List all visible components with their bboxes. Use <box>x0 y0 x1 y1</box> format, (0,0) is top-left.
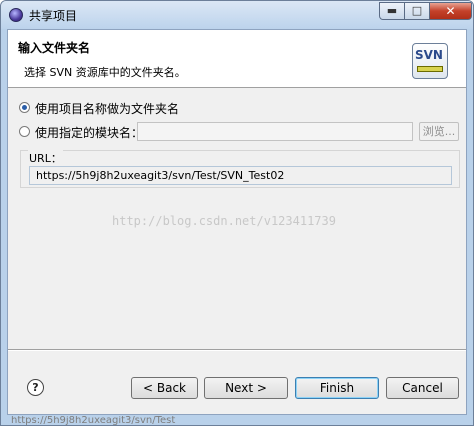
close-button[interactable]: ✕ <box>429 2 472 20</box>
back-button[interactable]: < Back <box>131 377 198 399</box>
module-name-input[interactable] <box>137 122 413 141</box>
svn-rail-graphic <box>417 66 443 72</box>
svn-logo-icon: SVN <box>412 43 448 79</box>
minimize-button[interactable]: ▬ <box>379 2 405 20</box>
button-bar-separator <box>8 349 466 351</box>
url-field[interactable]: https://5h9j8h2uxeagit3/svn/Test/SVN_Tes… <box>29 166 452 185</box>
radio-use-project-name-label[interactable]: 使用项目名称做为文件夹名 <box>35 100 179 117</box>
page-description: 选择 SVN 资源库中的文件夹名。 <box>24 66 186 79</box>
help-icon[interactable]: ? <box>27 379 44 396</box>
browse-button[interactable]: 浏览... <box>419 122 459 141</box>
finish-button[interactable]: Finish <box>295 377 379 399</box>
wizard-header: 输入文件夹名 选择 SVN 资源库中的文件夹名。 SVN <box>8 30 466 88</box>
dialog-body: 输入文件夹名 选择 SVN 资源库中的文件夹名。 SVN 使用项目名称做为文件夹… <box>7 29 467 415</box>
url-label: URL： <box>28 150 63 166</box>
maximize-button[interactable]: □ <box>404 2 430 20</box>
eclipse-icon <box>9 8 23 22</box>
cancel-button[interactable]: Cancel <box>386 377 459 399</box>
window-title: 共享项目 <box>29 9 78 23</box>
radio-use-project-name[interactable] <box>19 102 30 113</box>
watermark-text: http://blog.csdn.net/v123411739 <box>112 214 336 228</box>
radio-use-specified-module[interactable] <box>19 126 30 137</box>
page-title: 输入文件夹名 <box>18 41 91 55</box>
svn-logo-text: SVN <box>415 48 443 62</box>
title-bar[interactable]: 共享项目 ▬ □ ✕ <box>1 1 473 29</box>
radio-use-specified-module-label[interactable]: 使用指定的模块名： <box>35 124 143 141</box>
next-button[interactable]: Next > <box>204 377 288 399</box>
background-url-fragment: https://5h9j8h2uxeagit3/svn/Test <box>11 416 176 426</box>
share-project-window: 共享项目 ▬ □ ✕ 输入文件夹名 选择 SVN 资源库中的文件夹名。 SVN … <box>0 0 474 426</box>
